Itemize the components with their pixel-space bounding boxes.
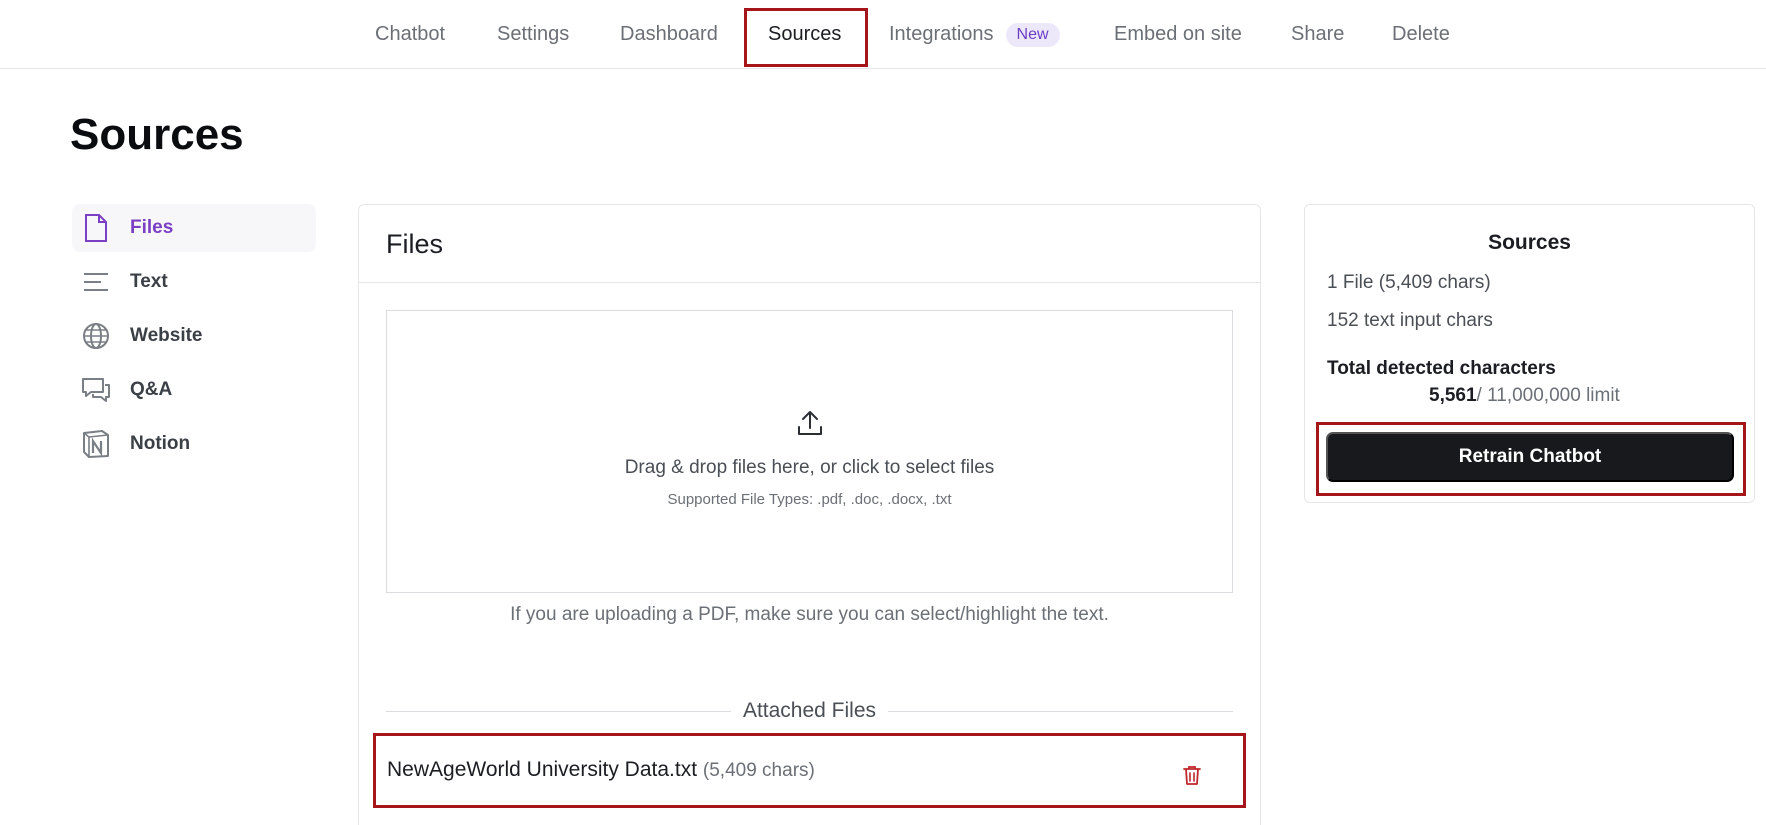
page-title: Sources	[70, 110, 244, 159]
supported-file-types: Supported File Types: .pdf, .doc, .docx,…	[667, 491, 952, 508]
tab-integrations-label: Integrations	[889, 23, 994, 45]
sources-tab-highlight	[744, 8, 868, 67]
chat-bubbles-icon	[80, 374, 112, 406]
tab-settings[interactable]: Settings	[497, 0, 569, 69]
pdf-note: If you are uploading a PDF, make sure yo…	[510, 604, 1109, 625]
tab-share[interactable]: Share	[1291, 0, 1344, 69]
attached-file-info: NewAgeWorld University Data.txt (5,409 c…	[387, 758, 815, 782]
sidebar-item-text[interactable]: Text	[72, 258, 316, 306]
total-characters-label: Total detected characters	[1327, 358, 1556, 379]
notion-icon	[80, 428, 112, 460]
new-badge: New	[1005, 22, 1060, 47]
tab-embed-on-site[interactable]: Embed on site	[1114, 0, 1242, 69]
file-dropzone[interactable]: Drag & drop files here, or click to sele…	[386, 310, 1233, 593]
trash-icon[interactable]	[1181, 764, 1203, 786]
upload-icon	[797, 409, 823, 437]
attached-files-heading: Attached Files	[359, 699, 1260, 723]
sidebar-item-label: Website	[130, 325, 203, 346]
tab-dashboard[interactable]: Dashboard	[620, 0, 718, 69]
summary-files-line: 1 File (5,409 chars)	[1327, 272, 1491, 293]
attached-files-label: Attached Files	[730, 699, 889, 722]
sidebar-item-label: Notion	[130, 433, 191, 454]
top-nav: Chatbot Settings Dashboard Sources Integ…	[0, 0, 1766, 69]
files-panel: Files Drag & drop files here, or click t…	[358, 204, 1261, 825]
globe-icon	[80, 320, 112, 352]
dropzone-text: Drag & drop files here, or click to sele…	[624, 457, 995, 478]
retrain-chatbot-button[interactable]: Retrain Chatbot	[1326, 432, 1734, 482]
text-lines-icon	[80, 266, 112, 298]
sidebar-item-label: Files	[130, 217, 174, 238]
file-icon	[80, 212, 112, 244]
sidebar-item-notion[interactable]: Notion	[72, 420, 316, 468]
attached-file-chars: (5,409 chars)	[702, 760, 815, 781]
tab-integrations[interactable]: Integrations New	[889, 0, 1060, 69]
files-panel-title: Files	[386, 229, 444, 259]
character-limit: 5,561/ 11,000,000 limit	[1429, 385, 1620, 407]
total-characters-value: 5,561	[1429, 385, 1477, 406]
limit-text: / 11,000,000 limit	[1476, 385, 1620, 406]
sources-summary-panel: Sources 1 File (5,409 chars) 152 text in…	[1304, 204, 1755, 503]
attached-file-row: NewAgeWorld University Data.txt (5,409 c…	[373, 733, 1246, 808]
sidebar-item-files[interactable]: Files	[72, 204, 316, 252]
sidebar-item-label: Text	[130, 271, 168, 292]
tab-delete[interactable]: Delete	[1392, 0, 1450, 69]
tab-chatbot[interactable]: Chatbot	[375, 0, 445, 69]
sidebar-item-label: Q&A	[130, 379, 173, 400]
summary-text-line: 152 text input chars	[1327, 310, 1493, 331]
summary-title: Sources	[1488, 231, 1571, 254]
sidebar-item-qa[interactable]: Q&A	[72, 366, 316, 414]
attached-file-name: NewAgeWorld University Data.txt	[387, 758, 698, 781]
files-panel-header: Files	[359, 205, 1260, 283]
sidebar-item-website[interactable]: Website	[72, 312, 316, 360]
